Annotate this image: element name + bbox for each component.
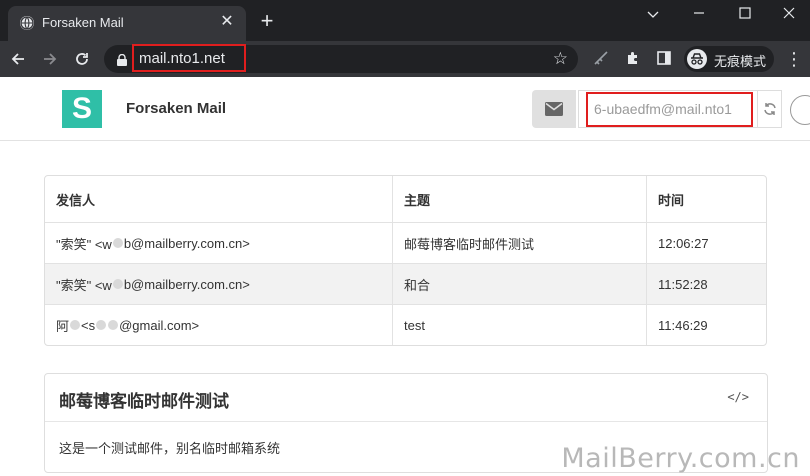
- lock-icon: [117, 53, 127, 66]
- detail-subject: 邮莓博客临时邮件测试: [59, 392, 229, 411]
- app-logo[interactable]: S: [62, 90, 102, 128]
- redaction-blur: [112, 279, 123, 289]
- sender-cell: "索笑" <w b@mailberry.com.cn>: [45, 264, 392, 304]
- table-row[interactable]: 阿 <s @gmail.com> test 11:46:29: [45, 304, 766, 345]
- bookmark-star-icon[interactable]: ☆: [553, 49, 568, 69]
- incognito-icon: [687, 49, 707, 69]
- url-highlight-box: [132, 44, 246, 72]
- sender-cell: 阿 <s @gmail.com>: [45, 305, 392, 345]
- browser-tabstrip: Forsaken Mail ✕ +: [0, 0, 810, 41]
- incognito-badge[interactable]: 无痕模式: [684, 46, 774, 72]
- mail-table: 发信人 主题 时间 "索笑" <w b@mailberry.com.cn> 邮莓博…: [44, 175, 767, 346]
- time-cell: 11:46:29: [646, 305, 766, 345]
- detail-body: 这是一个测试邮件，别名临时邮箱系统: [59, 441, 281, 456]
- code-icon[interactable]: </>: [727, 390, 749, 404]
- window-close-icon[interactable]: [766, 0, 810, 28]
- new-tab-button[interactable]: +: [257, 10, 277, 32]
- chevron-down-icon[interactable]: [630, 0, 676, 28]
- sender-cell: "索笑" <w b@mailberry.com.cn>: [45, 223, 392, 263]
- close-tab-icon[interactable]: ✕: [218, 13, 236, 31]
- column-header-from: 发信人: [56, 192, 96, 208]
- sender-text: @gmail.com>: [119, 317, 200, 333]
- table-row[interactable]: "索笑" <w b@mailberry.com.cn> 邮莓博客临时邮件测试 12…: [45, 222, 766, 263]
- globe-icon: [20, 16, 34, 30]
- subject-cell: 和合: [392, 264, 646, 304]
- sender-text: "索笑" <w: [56, 236, 112, 252]
- browser-tab[interactable]: Forsaken Mail ✕: [8, 6, 246, 41]
- refresh-icon: [763, 103, 776, 115]
- back-arrow-icon[interactable]: [6, 47, 30, 71]
- table-row[interactable]: "索笑" <w b@mailberry.com.cn> 和合 11:52:28: [45, 263, 766, 304]
- column-header-time: 时间: [646, 176, 766, 222]
- sender-text: "索笑" <w: [56, 277, 112, 293]
- sender-text: <s: [81, 317, 96, 333]
- watermark-text: MailBerry.com.cn: [561, 443, 800, 474]
- puzzle-icon[interactable]: [624, 50, 642, 68]
- more-menu-icon[interactable]: ⋮: [785, 47, 803, 71]
- redaction-blur: [112, 238, 123, 248]
- maximize-icon[interactable]: [722, 0, 768, 28]
- address-highlight-box: [586, 92, 753, 127]
- redaction-blur: [96, 320, 107, 330]
- divider: [45, 421, 767, 422]
- extension-icon[interactable]: [592, 50, 610, 68]
- time-cell: 11:52:28: [646, 264, 766, 304]
- sender-text: b@mailberry.com.cn>: [123, 276, 250, 292]
- minimize-icon[interactable]: [676, 0, 722, 28]
- power-button[interactable]: [790, 95, 810, 125]
- envelope-button[interactable]: [532, 90, 576, 128]
- column-header-subject: 主题: [392, 176, 646, 222]
- envelope-icon: [545, 102, 563, 116]
- redaction-blur: [70, 320, 81, 330]
- subject-cell: test: [392, 305, 646, 345]
- sender-text: b@mailberry.com.cn>: [123, 235, 250, 251]
- table-header-row: 发信人 主题 时间: [45, 176, 766, 222]
- forward-arrow-icon[interactable]: [38, 47, 62, 71]
- refresh-address-button[interactable]: [758, 90, 782, 128]
- side-panel-icon[interactable]: [655, 50, 673, 68]
- brand-name[interactable]: Forsaken Mail: [126, 100, 226, 117]
- redaction-blur: [108, 320, 119, 330]
- sender-text: 阿: [56, 318, 70, 334]
- subject-cell: 邮莓博客临时邮件测试: [392, 223, 646, 263]
- time-cell: 12:06:27: [646, 223, 766, 263]
- browser-toolbar: mail.nto1.net ☆ 无痕模式 ⋮: [0, 41, 810, 77]
- reload-icon[interactable]: [70, 47, 94, 71]
- incognito-label: 无痕模式: [714, 54, 767, 69]
- tab-title: Forsaken Mail: [42, 15, 124, 30]
